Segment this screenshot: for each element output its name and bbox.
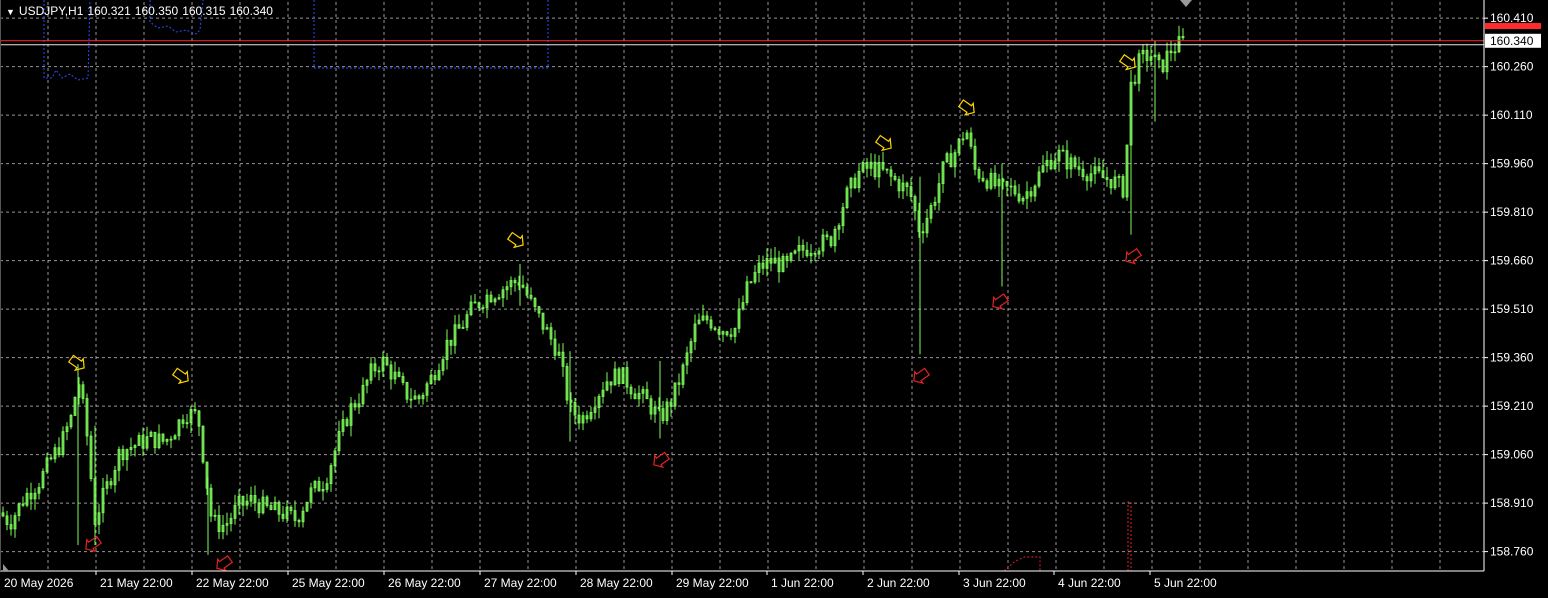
open-price: 160.321 (87, 4, 131, 18)
low-price: 160.315 (182, 4, 226, 18)
x-tick-label: 1 Jun 22:00 (771, 576, 834, 590)
x-tick-label: 28 May 22:00 (580, 576, 653, 590)
y-tick-label: 159.660 (1490, 254, 1534, 268)
y-tick-label: 159.210 (1490, 399, 1534, 413)
y-tick-label: 158.910 (1490, 496, 1534, 510)
x-tick-label: 21 May 22:00 (100, 576, 173, 590)
y-tick-label: 159.360 (1490, 351, 1534, 365)
high-price: 160.350 (134, 4, 179, 18)
y-tick-label: 159.060 (1490, 448, 1534, 462)
x-tick-label: 4 Jun 22:00 (1058, 576, 1121, 590)
x-tick-label: 22 May 22:00 (196, 576, 269, 590)
x-tick-label: 2 Jun 22:00 (867, 576, 930, 590)
x-tick-label: 20 May 2026 (4, 576, 74, 590)
y-tick-label: 160.410 (1490, 11, 1534, 25)
x-tick-label: 25 May 22:00 (292, 576, 365, 590)
y-tick-label: 159.960 (1490, 157, 1534, 171)
current-price-label: 160.340 (1490, 34, 1534, 48)
x-tick-label: 5 Jun 22:00 (1154, 576, 1217, 590)
chart-window[interactable]: 160.340 160.410 160.260 160.110 159.960 159.… (0, 0, 1548, 593)
x-tick-label: 29 May 22:00 (676, 576, 749, 590)
chart-background (0, 0, 1548, 593)
y-tick-label: 159.810 (1490, 205, 1534, 219)
y-tick-label: 160.110 (1490, 108, 1533, 122)
x-tick-label: 26 May 22:00 (388, 576, 461, 590)
x-tick-label: 27 May 22:00 (484, 576, 557, 590)
collapse-triangle-icon[interactable]: ▼ (6, 7, 15, 17)
y-tick-label: 159.510 (1490, 302, 1534, 316)
y-tick-label: 158.760 (1490, 545, 1534, 559)
symbol-header: ▼ USDJPY,H1 160.321 160.350 160.315 160.340 (6, 4, 277, 18)
symbol-label: USDJPY,H1 (18, 4, 84, 18)
close-price: 160.340 (229, 4, 273, 18)
y-tick-label: 160.260 (1490, 60, 1534, 74)
price-chart[interactable]: 160.340 160.410 160.260 160.110 159.960 159.… (0, 0, 1548, 593)
x-tick-label: 3 Jun 22:00 (963, 576, 1026, 590)
